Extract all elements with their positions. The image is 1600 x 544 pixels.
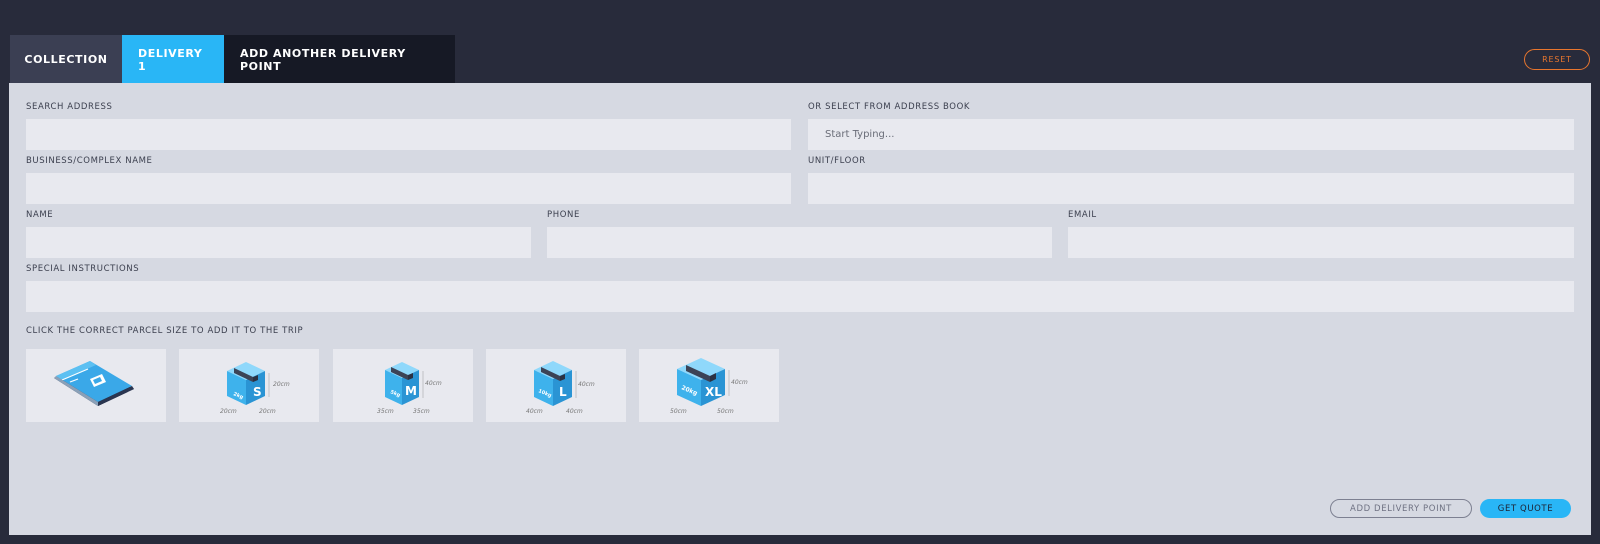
parcel-size-label: CLICK THE CORRECT PARCEL SIZE TO ADD IT … (26, 326, 304, 336)
parcel-envelope-option[interactable] (26, 349, 166, 422)
reset-button[interactable]: RESET (1524, 49, 1590, 70)
add-delivery-point-button[interactable]: ADD DELIVERY POINT (1330, 499, 1472, 518)
envelope-icon (54, 361, 134, 406)
box-medium-icon: 5kg M 40cm 35cm 35cm (377, 362, 442, 415)
search-address-label: SEARCH ADDRESS (26, 102, 113, 112)
dim-width: 40cm (566, 408, 583, 415)
dim-width: 35cm (413, 408, 430, 415)
dim-height: 40cm (578, 381, 595, 388)
size-label: M (405, 384, 417, 398)
name-input[interactable] (26, 227, 531, 258)
get-quote-button[interactable]: GET QUOTE (1480, 499, 1571, 518)
name-label: NAME (26, 210, 54, 220)
address-tabs: COLLECTION DELIVERY 1 ADD ANOTHER DELIVE… (10, 35, 455, 84)
unit-floor-input[interactable] (808, 173, 1574, 204)
size-label: L (559, 385, 567, 399)
special-instructions-input[interactable] (26, 281, 1574, 312)
box-large-icon: 10kg L 40cm 40cm 40cm (526, 361, 595, 415)
address-book-label: OR SELECT FROM ADDRESS BOOK (808, 102, 971, 112)
dim-depth: 40cm (526, 408, 543, 415)
parcel-small-option[interactable]: 2kg S 20cm 20cm 20cm (179, 349, 319, 422)
box-small-icon: 2kg S 20cm 20cm 20cm (220, 362, 290, 415)
dim-height: 20cm (273, 381, 290, 388)
tab-add-another-delivery-point[interactable]: ADD ANOTHER DELIVERY POINT (224, 35, 455, 84)
box-xl-icon: 20kg XL 40cm 50cm 50cm (670, 358, 748, 415)
parcel-xl-option[interactable]: 20kg XL 40cm 50cm 50cm (639, 349, 779, 422)
email-input[interactable] (1068, 227, 1574, 258)
dim-width: 50cm (717, 408, 734, 415)
business-name-input[interactable] (26, 173, 791, 204)
dim-depth: 20cm (220, 408, 237, 415)
dim-height: 40cm (731, 379, 748, 386)
dim-width: 20cm (259, 408, 276, 415)
search-address-input[interactable] (26, 119, 791, 150)
size-label: XL (705, 385, 722, 399)
size-label: S (253, 385, 262, 399)
address-book-input[interactable] (808, 119, 1574, 150)
delivery-form-panel: SEARCH ADDRESS OR SELECT FROM ADDRESS BO… (9, 83, 1591, 535)
phone-label: PHONE (547, 210, 580, 220)
parcel-large-option[interactable]: 10kg L 40cm 40cm 40cm (486, 349, 626, 422)
parcel-medium-option[interactable]: 5kg M 40cm 35cm 35cm (333, 349, 473, 422)
dim-depth: 35cm (377, 408, 394, 415)
dim-depth: 50cm (670, 408, 687, 415)
business-name-label: BUSINESS/COMPLEX NAME (26, 156, 153, 166)
email-label: EMAIL (1068, 210, 1097, 220)
tab-collection[interactable]: COLLECTION (10, 35, 122, 84)
phone-input[interactable] (547, 227, 1052, 258)
tab-delivery-1[interactable]: DELIVERY 1 (122, 35, 224, 84)
dim-height: 40cm (425, 380, 442, 387)
unit-floor-label: UNIT/FLOOR (808, 156, 866, 166)
special-instructions-label: SPECIAL INSTRUCTIONS (26, 264, 140, 274)
